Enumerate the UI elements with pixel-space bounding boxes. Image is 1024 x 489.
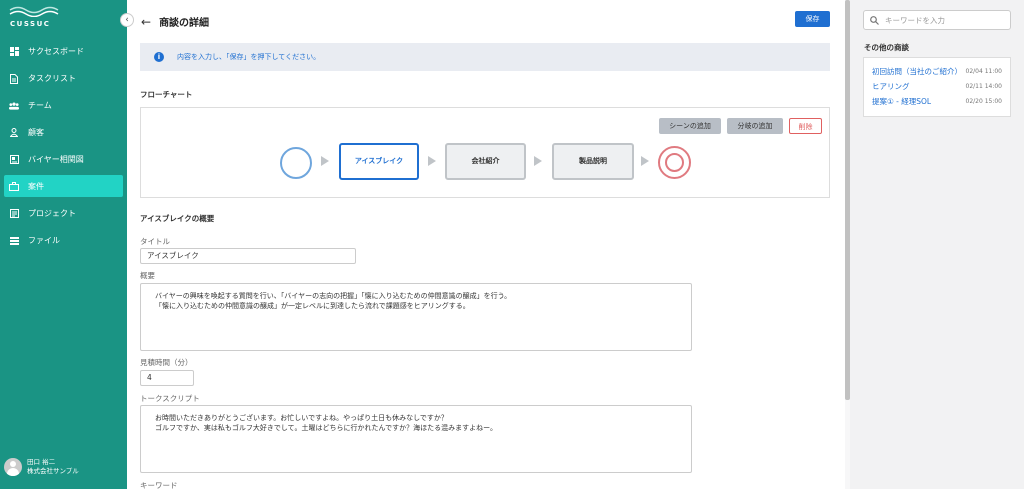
other-deal-time: 02/20 15:00	[965, 98, 1003, 105]
title-label: タイトル	[140, 237, 170, 246]
detail-section-title: アイスブレイクの概要	[140, 214, 215, 223]
other-deals-list: 初回訪問（当社のご紹介） 02/04 11:00 ヒアリング 02/11 14:…	[863, 57, 1011, 117]
search-icon	[870, 15, 879, 25]
sidebar-item-task-list[interactable]: タスクリスト	[0, 65, 127, 92]
flow-arrow-icon	[321, 156, 329, 166]
dashboard-icon	[9, 47, 19, 57]
sidebar-item-success-board[interactable]: サクセスボード	[0, 38, 127, 65]
summary-textarea[interactable]: バイヤーの興味を喚起する質問を行い、「バイヤーの志向の把握」「懐に入り込むための…	[140, 283, 692, 351]
list-item[interactable]: ヒアリング 02/11 14:00	[872, 79, 1002, 94]
page-header: ← 商談の詳細	[141, 14, 210, 30]
other-deal-name[interactable]: ヒアリング	[872, 81, 910, 92]
user-name: 田口 裕二	[27, 458, 56, 466]
flow-arrow-icon	[428, 156, 436, 166]
other-deal-time: 02/11 14:00	[965, 83, 1003, 90]
title-input[interactable]: アイスブレイク	[140, 248, 356, 264]
flow-node-icebreak[interactable]: アイスブレイク	[339, 143, 419, 180]
logo-waves-icon	[9, 6, 59, 17]
script-label: トークスクリプト	[140, 394, 200, 403]
back-arrow-icon[interactable]: ←	[141, 15, 151, 29]
team-icon	[9, 101, 19, 111]
info-text: 内容を入力し、「保存」を押下してください。	[177, 53, 321, 61]
project-icon	[9, 209, 19, 219]
flowchart-section-title: フローチャート	[140, 90, 193, 99]
sidebar-item-label: ファイル	[28, 236, 60, 245]
save-button[interactable]: 保存	[795, 11, 830, 27]
sidebar-item-label: プロジェクト	[28, 209, 76, 218]
add-branch-button[interactable]: 分岐の追加	[727, 118, 783, 134]
sidebar-item-files[interactable]: ファイル	[0, 227, 127, 254]
other-deal-name[interactable]: 提案① - 経理SOL	[872, 96, 931, 107]
info-icon: i	[154, 52, 164, 62]
list-item[interactable]: 提案① - 経理SOL 02/20 15:00	[872, 94, 1002, 109]
sidebar-item-team[interactable]: チーム	[0, 92, 127, 119]
search-box[interactable]	[863, 10, 1011, 30]
sidebar-item-buyer-map[interactable]: バイヤー相関図	[0, 146, 127, 173]
avatar	[4, 458, 22, 476]
add-scene-button[interactable]: シーンの追加	[659, 118, 721, 134]
other-deal-name[interactable]: 初回訪問（当社のご紹介）	[872, 66, 962, 77]
flow-node-company-intro[interactable]: 会社紹介	[445, 143, 526, 180]
other-deal-time: 02/04 11:00	[965, 68, 1003, 75]
flowchart-panel: シーンの追加 分岐の追加 削除 アイスブレイク 会社紹介 製品説明	[140, 107, 830, 198]
summary-label: 概要	[140, 271, 155, 280]
flow-arrow-icon	[534, 156, 542, 166]
sidebar-item-label: 顧客	[28, 128, 44, 137]
logo[interactable]: CUSSUC	[8, 5, 68, 29]
flow-arrow-icon	[641, 156, 649, 166]
time-input[interactable]: 4	[140, 370, 194, 386]
sidebar-item-label: タスクリスト	[28, 74, 76, 83]
info-banner: i 内容を入力し、「保存」を押下してください。	[140, 43, 830, 71]
other-deals-title: その他の商談	[864, 43, 909, 52]
id-card-icon	[9, 155, 19, 165]
flow-node-product-demo[interactable]: 製品説明	[552, 143, 634, 180]
logo-text: CUSSUC	[10, 20, 51, 28]
collapse-sidebar-button[interactable]: ‹	[120, 13, 134, 27]
user-company: 株式会社サンプル	[27, 467, 79, 475]
delete-button[interactable]: 削除	[789, 118, 822, 134]
flow-start-node[interactable]	[280, 147, 312, 179]
sidebar-nav: サクセスボード タスクリスト チーム 顧客 バイヤー相関図 案件 プロジェクト …	[0, 38, 127, 254]
search-input[interactable]	[885, 15, 1005, 25]
sidebar-item-label: 案件	[28, 181, 44, 191]
right-panel: その他の商談 初回訪問（当社のご紹介） 02/04 11:00 ヒアリング 02…	[850, 0, 1024, 489]
keyword-label: キーワード	[140, 481, 178, 489]
script-textarea[interactable]: お時間いただきありがとうございます。お忙しいですよね。やっぱり土日も休みなしです…	[140, 405, 692, 473]
list-icon	[9, 236, 19, 246]
sidebar-item-project[interactable]: プロジェクト	[0, 200, 127, 227]
document-icon	[9, 73, 19, 84]
briefcase-icon	[9, 181, 19, 191]
sidebar-item-label: サクセスボード	[28, 47, 84, 56]
list-item[interactable]: 初回訪問（当社のご紹介） 02/04 11:00	[872, 64, 1002, 79]
sidebar-item-label: チーム	[28, 101, 52, 110]
user-profile[interactable]: 田口 裕二 株式会社サンプル	[4, 458, 79, 476]
main-content: ← 商談の詳細 保存 i 内容を入力し、「保存」を押下してください。 フローチャ…	[127, 0, 845, 489]
person-icon	[9, 128, 19, 138]
sidebar-item-customer[interactable]: 顧客	[0, 119, 127, 146]
sidebar-item-label: バイヤー相関図	[28, 155, 84, 164]
time-label: 見積時間（分）	[140, 358, 193, 367]
page-title: 商談の詳細	[159, 18, 210, 29]
sidebar: CUSSUC サクセスボード タスクリスト チーム 顧客 バイヤー相関図 案件 …	[0, 0, 127, 489]
sidebar-item-deals[interactable]: 案件	[4, 175, 123, 197]
flow-end-node[interactable]	[658, 146, 691, 179]
